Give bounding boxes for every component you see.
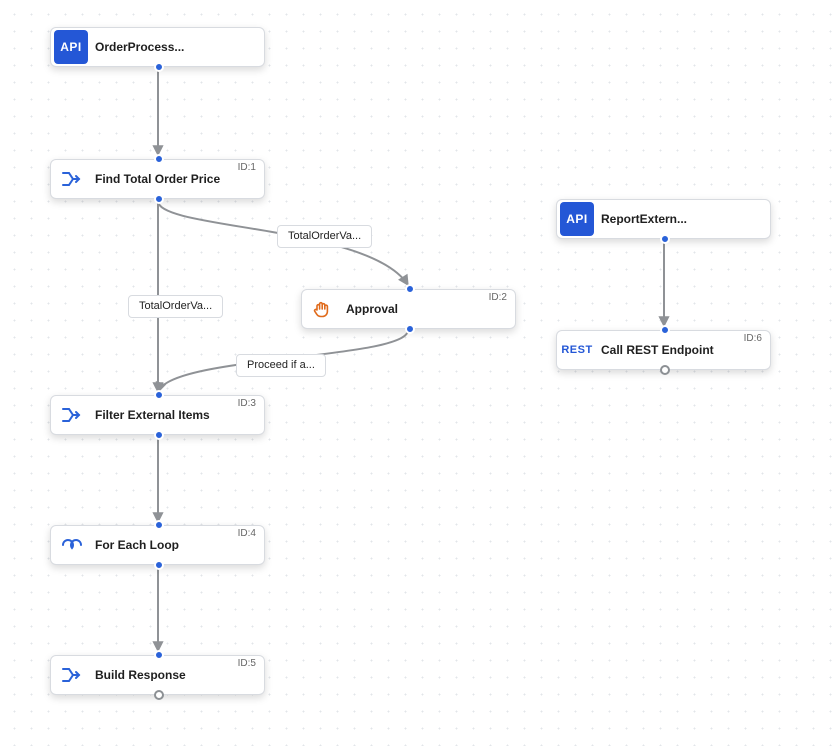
port-in[interactable] [154,650,164,660]
port-in[interactable] [405,284,415,294]
node-label: For Each Loop [91,539,264,551]
node-call-rest[interactable]: REST Call REST Endpoint ID:6 [556,330,771,370]
port-out[interactable] [154,560,164,570]
port-out[interactable] [405,324,415,334]
port-in[interactable] [660,325,670,335]
node-label: Find Total Order Price [91,173,264,185]
port-in[interactable] [154,390,164,400]
port-out[interactable] [154,194,164,204]
node-find-total[interactable]: Find Total Order Price ID:1 [50,159,265,199]
loop-icon [54,528,88,562]
edge-label-total2: TotalOrderVa... [128,295,223,318]
api-icon: API [54,30,88,64]
edge-label-total1: TotalOrderVa... [277,225,372,248]
node-id: ID:4 [238,529,256,539]
node-label: Call REST Endpoint [597,344,770,356]
port-out[interactable] [154,62,164,72]
node-label: OrderProcess... [91,41,264,53]
node-id: ID:5 [238,659,256,669]
port-out-open[interactable] [154,690,164,700]
node-label: Filter External Items [91,409,264,421]
port-out-open[interactable] [660,365,670,375]
node-filter-external[interactable]: Filter External Items ID:3 [50,395,265,435]
port-out[interactable] [660,234,670,244]
merge-icon [54,162,88,196]
port-out[interactable] [154,430,164,440]
port-in[interactable] [154,520,164,530]
node-report-extern[interactable]: API ReportExtern... [556,199,771,239]
node-orderprocess[interactable]: API OrderProcess... [50,27,265,67]
merge-icon [54,658,88,692]
edge-label-proceed: Proceed if a... [236,354,326,377]
node-for-each[interactable]: For Each Loop ID:4 [50,525,265,565]
node-id: ID:1 [238,163,256,173]
merge-icon [54,398,88,432]
hand-icon [305,292,339,326]
node-approval[interactable]: Approval ID:2 [301,289,516,329]
node-id: ID:2 [489,293,507,303]
rest-icon: REST [560,333,594,367]
node-label: ReportExtern... [597,213,770,225]
node-id: ID:6 [744,334,762,344]
node-label: Approval [342,303,515,315]
api-icon: API [560,202,594,236]
node-id: ID:3 [238,399,256,409]
port-in[interactable] [154,154,164,164]
node-build-response[interactable]: Build Response ID:5 [50,655,265,695]
node-label: Build Response [91,669,264,681]
